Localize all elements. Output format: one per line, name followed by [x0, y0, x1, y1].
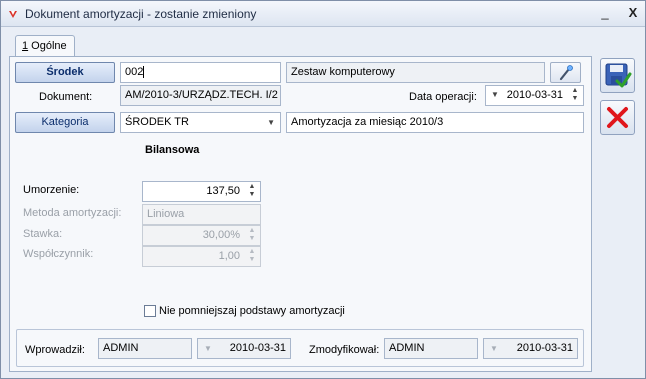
nie-pomniejszaj-label[interactable]: Nie pomniejszaj podstawy amortyzacji [159, 305, 345, 317]
metoda-label: Metoda amortyzacji: [23, 207, 122, 219]
wprowadzil-label: Wprowadził: [25, 344, 85, 356]
tab-label: Ogólne [28, 40, 67, 52]
magic-wand-icon [559, 65, 573, 81]
dokument-field: AM/2010-3/URZĄDZ.TECH. I/2 [120, 85, 281, 106]
section-title-bilansowa: Bilansowa [145, 144, 200, 156]
srodek-button[interactable]: Środek [15, 62, 115, 83]
zmodyfikowal-label: Zmodyfikował: [309, 344, 380, 356]
stawka-label: Stawka: [23, 228, 63, 240]
close-button[interactable]: X [624, 5, 642, 21]
date-dropdown-icon[interactable]: ▼ [491, 90, 499, 99]
kategoria-select[interactable]: ŚRODEK TR ▼ [120, 112, 281, 133]
save-disk-icon [605, 63, 632, 88]
data-operacji-field[interactable]: ▼ 2010-03-31 ▲ ▼ [485, 85, 584, 106]
dokument-label: Dokument: [39, 91, 93, 103]
cancel-x-icon [607, 107, 628, 128]
stawka-field: 30,00% ▲ ▼ [142, 225, 261, 246]
umorzenie-value: 137,50 [206, 185, 240, 197]
kategoria-value: ŚRODEK TR [125, 116, 189, 128]
wspolczynnik-label: Współczynnik: [23, 248, 94, 260]
cancel-button[interactable] [600, 100, 635, 135]
srodek-code-field[interactable]: 002 [120, 62, 281, 83]
wprowadzil-date-value: 2010-03-31 [229, 342, 286, 354]
wspolczynnik-field: 1,00 ▲ ▼ [142, 246, 261, 267]
tab-ogolne[interactable]: 1 Ogólne [15, 35, 75, 57]
stawka-spinner-icon: ▲ ▼ [248, 227, 256, 242]
app-icon [9, 11, 17, 18]
opis-field[interactable]: Amortyzacja za miesiąc 2010/3 [286, 112, 584, 133]
wprowadzil-date-dropdown-icon: ▼ [204, 344, 212, 353]
zmodyfikowal-date-dropdown-icon: ▼ [490, 344, 498, 353]
srodek-name-field: Zestaw komputerowy [286, 62, 545, 83]
srodek-code-value: 002 [125, 66, 144, 78]
stawka-value: 30,00% [202, 229, 240, 241]
chevron-down-icon[interactable]: ▼ [267, 118, 275, 127]
data-operacji-label: Data operacji: [409, 91, 477, 103]
zmodyfikowal-date-field: ▼ 2010-03-31 [483, 338, 578, 359]
zmodyfikowal-user-field: ADMIN [384, 338, 478, 359]
minimize-button[interactable]: _ [596, 5, 614, 21]
wspolczynnik-spinner-icon: ▲ ▼ [248, 248, 256, 263]
umorzenie-spinner-icon[interactable]: ▲ ▼ [247, 183, 257, 200]
zmodyfikowal-date-value: 2010-03-31 [516, 342, 573, 354]
title-bar[interactable]: Dokument amortyzacji - zostanie zmienion… [1, 1, 645, 27]
wand-button[interactable] [550, 62, 581, 83]
text-cursor [143, 66, 145, 79]
wspolczynnik-value: 1,00 [218, 250, 240, 262]
umorzenie-label: Umorzenie: [23, 184, 80, 196]
wprowadzil-date-field: ▼ 2010-03-31 [197, 338, 291, 359]
nie-pomniejszaj-checkbox[interactable] [144, 305, 156, 317]
kategoria-button[interactable]: Kategoria [15, 112, 115, 133]
wprowadzil-user-field: ADMIN [98, 338, 192, 359]
data-operacji-value: 2010-03-31 [506, 89, 563, 101]
dialog-window: Dokument amortyzacji - zostanie zmienion… [0, 0, 646, 379]
save-button[interactable] [600, 58, 635, 93]
window-title: Dokument amortyzacji - zostanie zmienion… [25, 7, 257, 21]
metoda-field: Liniowa [142, 204, 261, 225]
date-spinner-icon[interactable]: ▲ ▼ [570, 87, 580, 104]
umorzenie-field[interactable]: 137,50 ▲ ▼ [142, 181, 261, 202]
